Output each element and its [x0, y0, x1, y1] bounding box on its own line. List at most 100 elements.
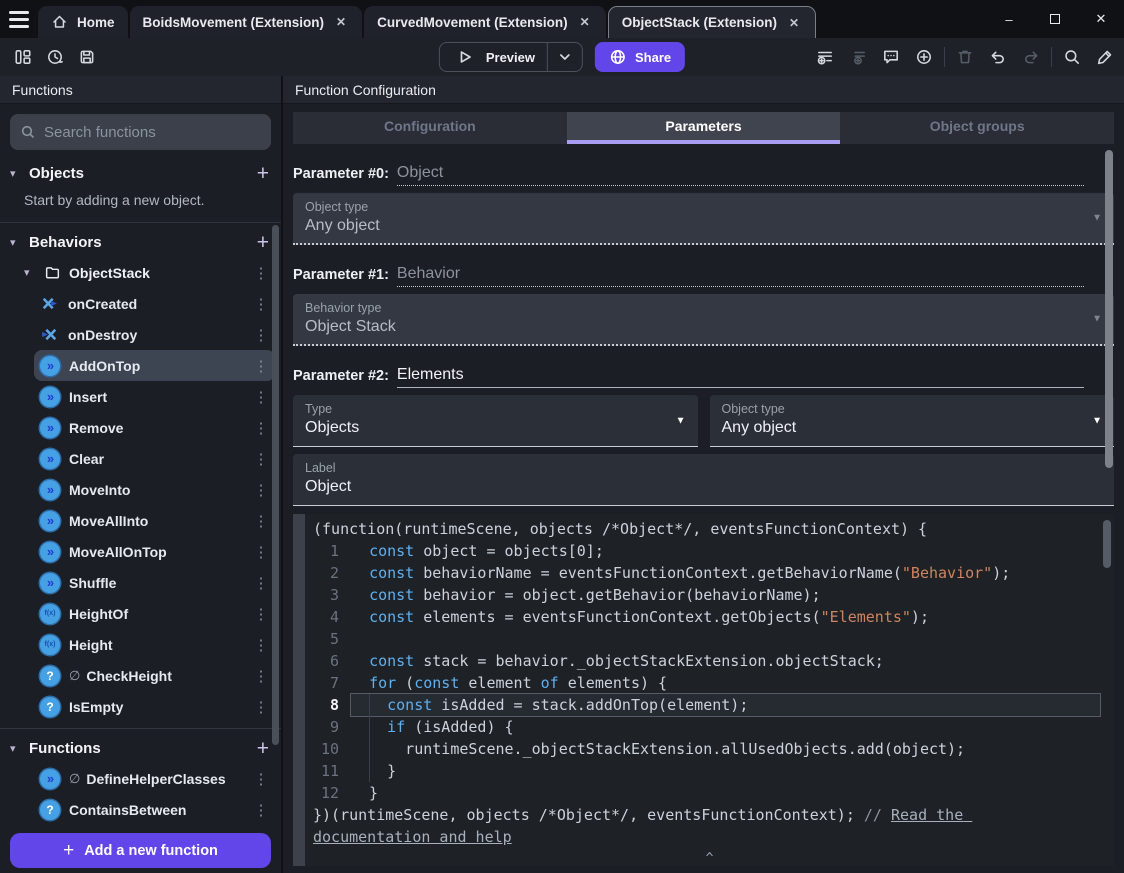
sidebar-item-addontop[interactable]: » AddOnTop ⋮: [34, 350, 275, 381]
field-value: Object: [305, 478, 352, 495]
collapse-triangle-icon[interactable]: ▾: [10, 167, 22, 180]
item-menu-dots[interactable]: ⋮: [253, 450, 269, 468]
code-line-11: 11 }: [305, 760, 1114, 782]
project-manager-icon[interactable]: [10, 44, 36, 70]
tab-home[interactable]: Home: [38, 6, 128, 38]
item-menu-dots[interactable]: ⋮: [253, 388, 269, 406]
code-editor-drag-handle[interactable]: [293, 514, 305, 866]
sidebar-item-definehelperclasses[interactable]: » ∅ DefineHelperClasses ⋮: [34, 763, 275, 794]
parameter-label: Parameter #1:: [293, 267, 389, 283]
maximize-icon[interactable]: [1032, 12, 1078, 27]
code-line-9: 9 if (isAdded) {: [305, 716, 1114, 738]
search-functions-input[interactable]: [44, 123, 261, 141]
behavior-group-label: ObjectStack: [69, 264, 150, 281]
tab-object-groups[interactable]: Object groups: [840, 112, 1115, 144]
share-button[interactable]: Share: [595, 42, 686, 72]
search-functions-box[interactable]: [10, 114, 271, 150]
sidebar-item-insert[interactable]: » Insert ⋮: [34, 381, 275, 412]
close-tab-icon[interactable]: ✕: [577, 13, 593, 31]
collapse-code-caret[interactable]: ^: [305, 848, 1114, 866]
tab-curvedmovement-extension[interactable]: CurvedMovement (Extension) ✕: [364, 6, 606, 38]
sidebar-item-heightof[interactable]: f(x) HeightOf ⋮: [34, 598, 275, 629]
tab-parameters[interactable]: Parameters: [566, 112, 841, 144]
item-label: Height: [69, 636, 113, 653]
add-event-icon[interactable]: [812, 44, 838, 70]
parameter-name-field[interactable]: Behavior: [396, 265, 1084, 287]
item-menu-dots[interactable]: ⋮: [253, 698, 269, 716]
preview-button[interactable]: Preview: [438, 42, 584, 72]
item-menu-dots[interactable]: ⋮: [253, 801, 269, 819]
tab-configuration[interactable]: Configuration: [293, 112, 567, 144]
item-menu-dots[interactable]: ⋮: [253, 295, 269, 313]
sidebar-item-isempty[interactable]: ? IsEmpty ⋮: [34, 691, 275, 722]
add-object-button[interactable]: +: [257, 163, 269, 184]
select-label[interactable]: Label Object: [293, 454, 1114, 506]
history-icon[interactable]: [42, 44, 68, 70]
search-icon[interactable]: [1059, 44, 1085, 70]
add-comment-icon[interactable]: [878, 44, 904, 70]
item-menu-dots[interactable]: ⋮: [253, 419, 269, 437]
sidebar-scrollbar[interactable]: [272, 225, 279, 745]
close-tab-icon[interactable]: ✕: [786, 14, 802, 32]
main-scrollbar[interactable]: [1105, 150, 1113, 468]
lifecycle-created-icon: [40, 294, 59, 313]
sidebar-item-oncreated[interactable]: onCreated ⋮: [34, 288, 275, 319]
item-menu-dots[interactable]: ⋮: [253, 605, 269, 623]
behavior-group-objectstack[interactable]: ▾ ObjectStack ⋮: [0, 257, 281, 288]
sidebar-item-containsbetween[interactable]: ? ContainsBetween ⋮: [34, 794, 275, 825]
sidebar-item-remove[interactable]: » Remove ⋮: [34, 412, 275, 443]
sidebar-item-ondestroy[interactable]: onDestroy ⋮: [34, 319, 275, 350]
item-menu-dots[interactable]: ⋮: [253, 481, 269, 499]
item-menu-dots[interactable]: ⋮: [253, 543, 269, 561]
add-free-function-button[interactable]: +: [257, 738, 269, 759]
group-menu-dots[interactable]: ⋮: [253, 264, 269, 282]
add-circle-icon[interactable]: [911, 44, 937, 70]
share-button-label: Share: [635, 49, 672, 65]
action-icon: »: [40, 541, 60, 562]
code-line-3: 3 const behavior = object.getBehavior(be…: [305, 584, 1114, 606]
tab-boidsmovement-extension[interactable]: BoidsMovement (Extension) ✕: [129, 6, 363, 38]
sidebar-item-clear[interactable]: » Clear ⋮: [34, 443, 275, 474]
select-object-type[interactable]: Object type Any object ▼: [709, 395, 1114, 447]
search-icon: [21, 125, 35, 139]
item-menu-dots[interactable]: ⋮: [253, 326, 269, 344]
code-editor-scrollbar[interactable]: [1103, 520, 1111, 568]
item-menu-dots[interactable]: ⋮: [253, 636, 269, 654]
code-line-10: 10 runtimeScene._objectStackExtension.al…: [305, 738, 1114, 760]
item-menu-dots[interactable]: ⋮: [253, 357, 269, 375]
minimize-icon[interactable]: –: [986, 12, 1032, 27]
item-menu-dots[interactable]: ⋮: [253, 667, 269, 685]
add-behavior-button[interactable]: +: [257, 232, 269, 253]
collapse-triangle-icon[interactable]: ▾: [10, 742, 22, 755]
close-icon[interactable]: ✕: [1078, 11, 1124, 27]
undo-icon[interactable]: [985, 44, 1011, 70]
field-label: Label: [305, 461, 336, 475]
item-menu-dots[interactable]: ⋮: [253, 574, 269, 592]
code-line-2: 2 const behaviorName = eventsFunctionCon…: [305, 562, 1114, 584]
plus-icon: +: [63, 839, 75, 861]
sidebar-item-moveallontop[interactable]: » MoveAllOnTop ⋮: [34, 536, 275, 567]
close-tab-icon[interactable]: ✕: [333, 13, 349, 31]
sidebar-item-moveinto[interactable]: » MoveInto ⋮: [34, 474, 275, 505]
sidebar-item-height[interactable]: f(x) Height ⋮: [34, 629, 275, 660]
item-menu-dots[interactable]: ⋮: [253, 770, 269, 788]
javascript-code-editor[interactable]: (function(runtimeScene, objects /*Object…: [305, 514, 1114, 866]
line-number: 9: [329, 718, 339, 736]
save-icon[interactable]: [74, 44, 100, 70]
item-menu-dots[interactable]: ⋮: [253, 512, 269, 530]
line-number: 7: [329, 674, 339, 692]
parameter-name-field[interactable]: Object: [396, 164, 1084, 186]
sidebar-item-checkheight[interactable]: ? ∅ CheckHeight ⋮: [34, 660, 275, 691]
tab-objectstack-extension[interactable]: ObjectStack (Extension) ✕: [607, 6, 817, 38]
parameter-name-field[interactable]: Elements: [396, 366, 1084, 388]
collapse-triangle-icon[interactable]: ▾: [24, 266, 36, 279]
preview-dropdown-button[interactable]: [548, 49, 582, 65]
collapse-triangle-icon[interactable]: ▾: [10, 236, 22, 249]
sidebar-item-shuffle[interactable]: » Shuffle ⋮: [34, 567, 275, 598]
edit-icon[interactable]: [1092, 44, 1118, 70]
hamburger-menu-icon[interactable]: [0, 0, 38, 38]
parameter-label: Parameter #0:: [293, 166, 389, 182]
sidebar-item-moveallinto[interactable]: » MoveAllInto ⋮: [34, 505, 275, 536]
add-new-function-button[interactable]: + Add a new function: [10, 833, 271, 868]
select-type[interactable]: Type Objects ▼: [293, 395, 698, 447]
